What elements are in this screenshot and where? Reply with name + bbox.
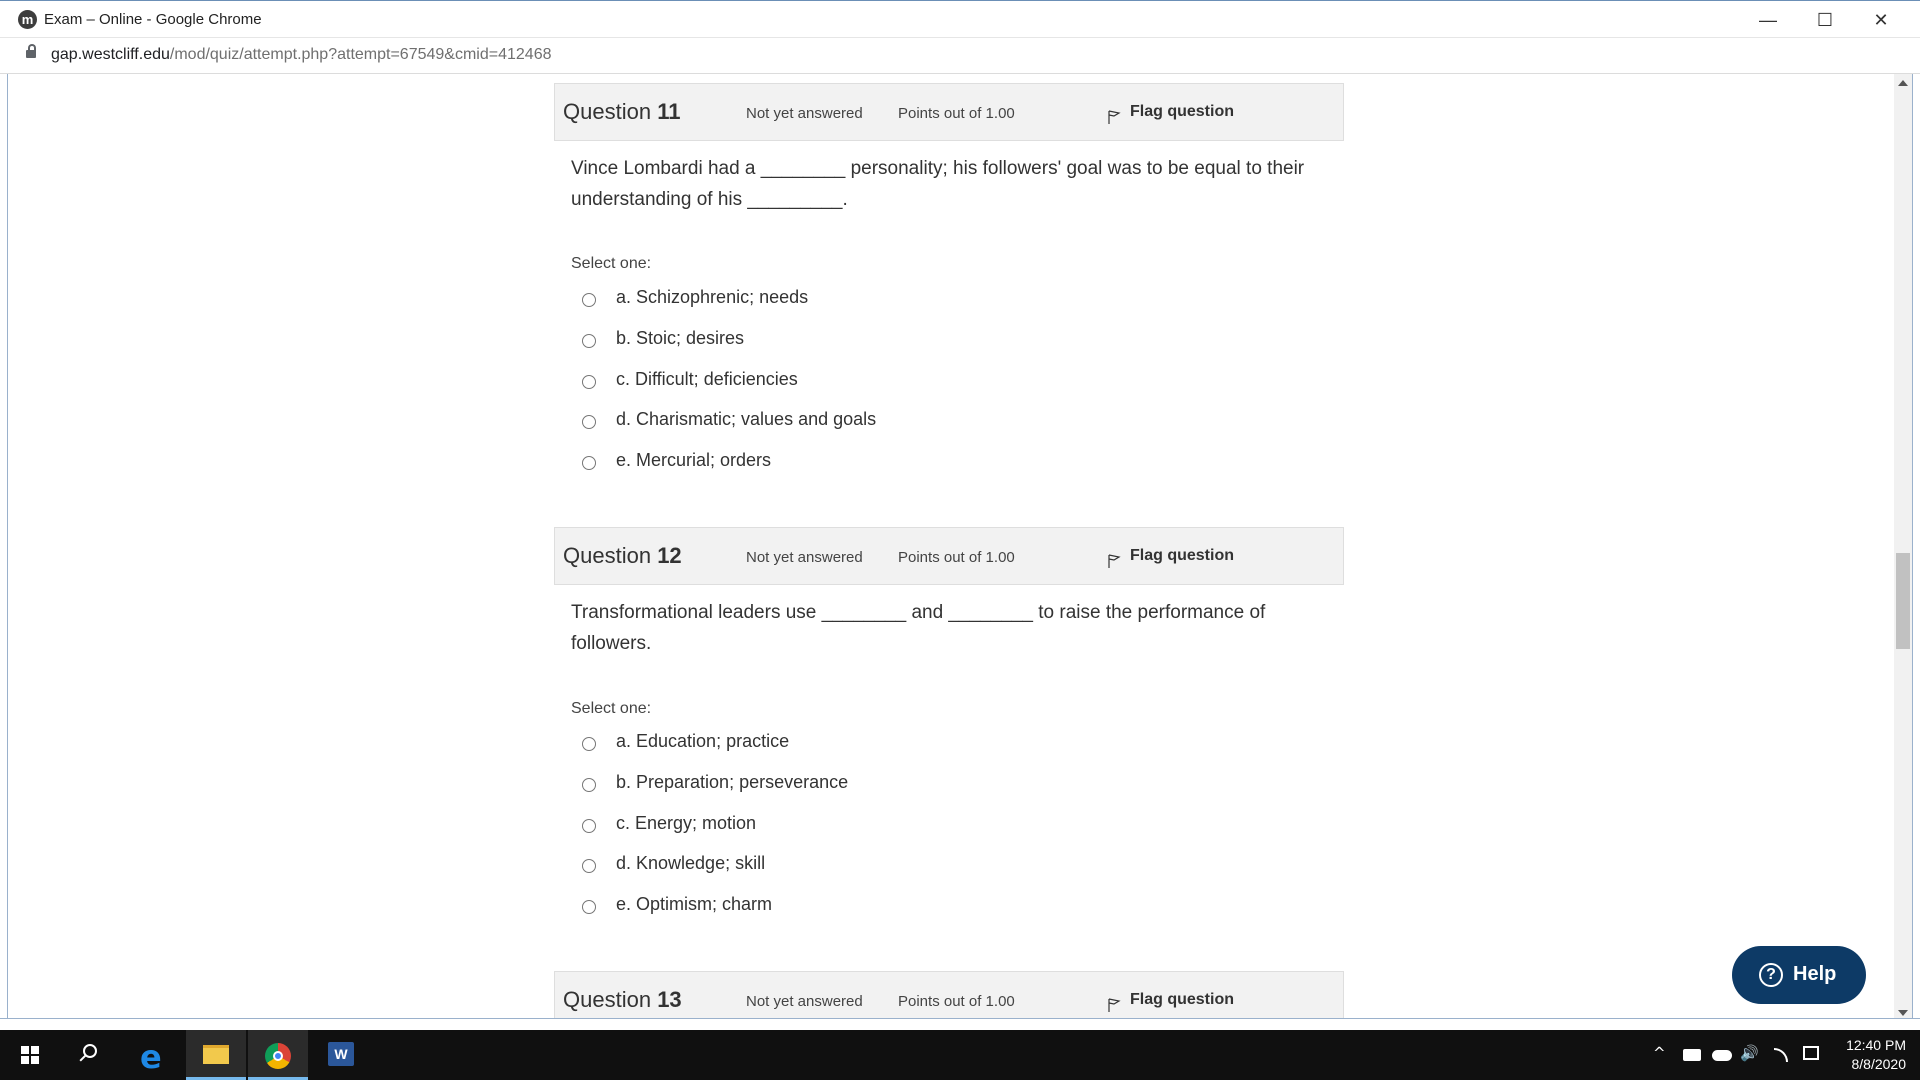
radio-button[interactable]	[582, 859, 596, 873]
windows-logo-icon	[21, 1046, 39, 1064]
page-scrollbar[interactable]	[1894, 74, 1912, 1022]
taskbar-clock[interactable]: 12:40 PM 8/8/2020	[1820, 1036, 1906, 1074]
help-button[interactable]: ? Help	[1732, 946, 1866, 1004]
question-number-value: 13	[657, 987, 682, 1012]
clock-time: 12:40 PM	[1846, 1037, 1906, 1053]
radio-button[interactable]	[582, 900, 596, 914]
option-label[interactable]: d. Charismatic; values and goals	[616, 409, 876, 430]
question-number: Question 13	[563, 987, 682, 1013]
flag-icon[interactable]	[1107, 110, 1121, 124]
question-block-11: Question 11 Not yet answered Points out …	[554, 83, 1344, 470]
question-header: Question 12 Not yet answered Points out …	[554, 527, 1344, 585]
tray-chevron-up-icon[interactable]: ^	[1653, 1044, 1666, 1062]
maximize-button[interactable]: ☐	[1802, 7, 1848, 33]
taskbar-chrome-button[interactable]	[248, 1030, 308, 1080]
url-path: /mod/quiz/attempt.php?attempt=67549&cmid…	[169, 46, 552, 63]
start-button[interactable]	[0, 1030, 60, 1080]
flag-question-link[interactable]: Flag question	[1130, 103, 1234, 121]
url-text[interactable]: gap.westcliff.edu/mod/quiz/attempt.php?a…	[51, 46, 551, 64]
question-number-value: 12	[657, 543, 682, 568]
url-host: gap.westcliff.edu	[51, 46, 170, 63]
volume-icon[interactable]: 🔊	[1740, 1044, 1759, 1062]
folder-icon	[203, 1045, 229, 1064]
question-number: Question 11	[563, 99, 680, 125]
question-state: Not yet answered	[746, 105, 863, 122]
question-text-line: followers.	[571, 633, 652, 654]
lock-icon[interactable]	[26, 44, 36, 58]
flag-question-link[interactable]: Flag question	[1130, 547, 1234, 565]
notification-icon[interactable]	[1803, 1046, 1819, 1060]
radio-button[interactable]	[582, 456, 596, 470]
taskbar-edge-button[interactable]: e	[124, 1030, 184, 1080]
question-label: Question	[563, 987, 652, 1012]
option-label[interactable]: b. Stoic; desires	[616, 328, 744, 349]
scroll-thumb[interactable]	[1896, 553, 1910, 649]
taskbar-search-button[interactable]	[62, 1030, 122, 1080]
option-label[interactable]: a. Schizophrenic; needs	[616, 287, 808, 308]
radio-button[interactable]	[582, 293, 596, 307]
question-label: Question	[563, 99, 652, 124]
battery-icon[interactable]	[1683, 1049, 1701, 1061]
window-frame-bottom	[0, 1018, 1920, 1030]
moodle-app-icon: m	[18, 10, 37, 29]
option-label[interactable]: e. Optimism; charm	[616, 894, 772, 915]
flag-icon[interactable]	[1107, 998, 1121, 1012]
question-number-value: 11	[657, 99, 681, 124]
question-state: Not yet answered	[746, 549, 863, 566]
scroll-down-arrow-icon[interactable]	[1898, 1010, 1908, 1016]
question-header: Question 11 Not yet answered Points out …	[554, 83, 1344, 141]
question-text: Vince Lombardi had a ________ personalit…	[571, 153, 1331, 215]
word-icon: W	[328, 1042, 354, 1066]
taskbar-word-button[interactable]: W	[310, 1030, 370, 1080]
question-block-12: Question 12 Not yet answered Points out …	[554, 527, 1344, 914]
wifi-icon[interactable]	[1774, 1048, 1788, 1062]
onedrive-cloud-icon[interactable]	[1712, 1050, 1732, 1061]
question-points: Points out of 1.00	[898, 549, 1015, 566]
window-frame-left	[0, 74, 8, 1022]
radio-button[interactable]	[582, 375, 596, 389]
question-label: Question	[563, 543, 652, 568]
help-label: Help	[1793, 963, 1837, 985]
window-frame-right	[1912, 74, 1920, 1022]
address-bar[interactable]: gap.westcliff.edu/mod/quiz/attempt.php?a…	[0, 38, 1920, 74]
question-block-13: Question 13 Not yet answered Points out …	[554, 971, 1344, 1022]
question-text: Transformational leaders use ________ an…	[571, 597, 1331, 659]
option-label[interactable]: a. Education; practice	[616, 731, 789, 752]
select-one-label: Select one:	[571, 255, 652, 272]
window-titlebar: m Exam – Online - Google Chrome — ☐ ✕	[0, 0, 1920, 38]
radio-button[interactable]	[582, 415, 596, 429]
radio-button[interactable]	[582, 819, 596, 833]
option-label[interactable]: e. Mercurial; orders	[616, 450, 771, 471]
option-label[interactable]: c. Difficult; deficiencies	[616, 369, 798, 390]
taskbar-file-explorer-button[interactable]	[186, 1030, 246, 1080]
question-state: Not yet answered	[746, 993, 863, 1010]
edge-browser-icon: e	[140, 1038, 162, 1076]
minimize-button[interactable]: —	[1745, 7, 1791, 33]
flag-icon[interactable]	[1107, 554, 1121, 568]
radio-button[interactable]	[582, 334, 596, 348]
question-header: Question 13 Not yet answered Points out …	[554, 971, 1344, 1022]
question-points: Points out of 1.00	[898, 993, 1015, 1010]
scroll-up-arrow-icon[interactable]	[1898, 80, 1908, 86]
select-one-label: Select one:	[571, 700, 652, 717]
question-text-line: Transformational leaders use ________ an…	[571, 602, 1266, 623]
clock-date: 8/8/2020	[1851, 1056, 1907, 1072]
close-button[interactable]: ✕	[1858, 7, 1904, 33]
flag-question-link[interactable]: Flag question	[1130, 991, 1234, 1009]
radio-button[interactable]	[582, 778, 596, 792]
windows-taskbar: e W ^ 🔊 12:40 PM 8/8/2020	[0, 1030, 1920, 1080]
window-title: Exam – Online - Google Chrome	[44, 11, 262, 28]
option-label[interactable]: b. Preparation; perseverance	[616, 772, 848, 793]
question-text-line: understanding of his _________.	[571, 189, 848, 210]
question-number: Question 12	[563, 543, 682, 569]
option-label[interactable]: d. Knowledge; skill	[616, 853, 765, 874]
search-icon	[83, 1044, 97, 1058]
question-mark-icon: ?	[1759, 963, 1783, 987]
chrome-icon	[265, 1043, 291, 1069]
question-text-line: Vince Lombardi had a ________ personalit…	[571, 158, 1305, 179]
option-label[interactable]: c. Energy; motion	[616, 813, 756, 834]
page-viewport: Question 11 Not yet answered Points out …	[8, 74, 1894, 1022]
radio-button[interactable]	[582, 737, 596, 751]
question-points: Points out of 1.00	[898, 105, 1015, 122]
